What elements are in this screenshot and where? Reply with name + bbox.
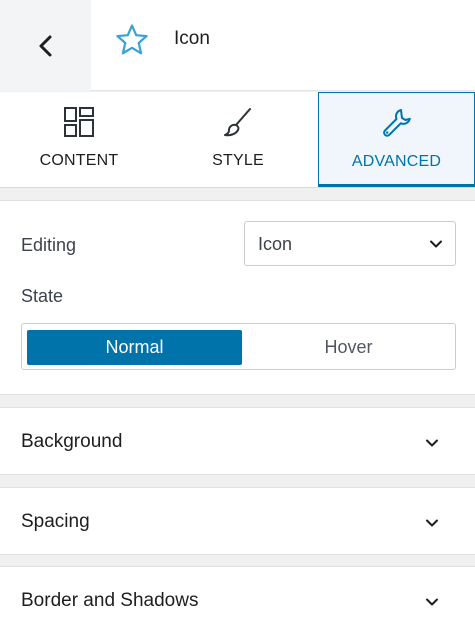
chevron-left-icon [39,35,51,56]
state-settings-panel: Editing Icon State Normal Hover [0,200,475,395]
state-normal-button[interactable]: Normal [27,330,242,365]
border-shadows-section-title: Border and Shadows [21,590,199,611]
layout-icon [64,107,94,137]
brush-icon [224,108,251,137]
tab-advanced[interactable]: ADVANCED [318,92,475,187]
editing-select-value: Icon [258,234,293,254]
spacing-section-title: Spacing [21,511,90,532]
tab-content-label: CONTENT [39,152,119,169]
border-shadows-section[interactable]: Border and Shadows [0,566,475,633]
tab-content[interactable]: CONTENT [0,92,158,187]
state-toggle: Normal Hover [21,323,456,370]
back-button[interactable] [0,0,91,91]
background-section[interactable]: Background [0,407,475,475]
editing-label: Editing [21,235,77,255]
chevron-down-icon [430,240,442,248]
panel-header: Icon [0,0,475,91]
block-title: Icon [174,28,210,49]
chevron-down-icon [426,519,438,527]
tab-advanced-label: ADVANCED [351,153,442,170]
editing-select[interactable]: Icon [244,221,456,266]
spacing-section[interactable]: Spacing [0,487,475,555]
state-label: State [21,286,64,306]
chevron-down-icon [426,439,438,447]
star-icon [116,24,148,55]
tab-style-label: STYLE [212,152,264,169]
inspector-tabs: CONTENT STYLE ADVANCED [0,92,475,188]
wrench-icon [382,109,411,137]
state-hover-button[interactable]: Hover [242,330,455,365]
background-section-title: Background [21,431,123,452]
chevron-down-icon [426,598,438,606]
tab-style[interactable]: STYLE [158,92,318,187]
